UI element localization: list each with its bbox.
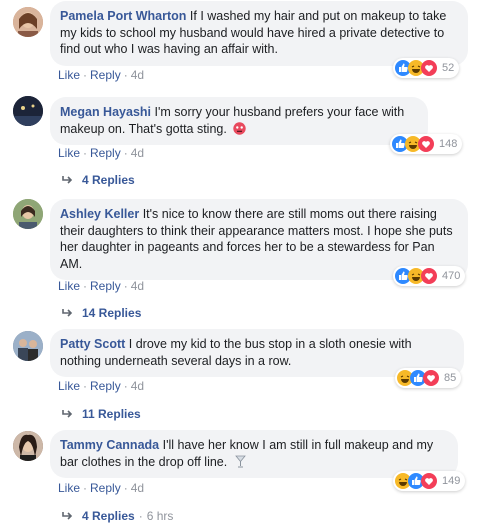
reply-link[interactable]: Reply [90,481,121,495]
comment-author[interactable]: Ashley Keller [60,207,139,221]
reaction-count: 470 [442,270,461,282]
reply-link[interactable]: Reply [90,379,121,393]
replies-count[interactable]: 4 Replies [82,173,135,187]
replies-count[interactable]: 14 Replies [82,306,141,320]
like-link[interactable]: Like [58,379,80,393]
comment-actions: Like · Reply · 4d [58,481,145,495]
comment-time[interactable]: 4d [131,146,144,160]
reply-arrow-icon [62,410,73,418]
comment-thread: Pamela Port Wharton If I washed my hair … [0,0,485,527]
reply-link[interactable]: Reply [90,68,121,82]
reply-link[interactable]: Reply [90,146,121,160]
view-replies-link[interactable]: 4 Replies [62,173,135,187]
reaction-summary[interactable]: 470 [393,266,466,286]
avatar[interactable] [13,7,43,37]
cocktail-glass-icon [234,455,247,468]
reaction-count: 85 [444,372,457,384]
reply-link[interactable]: Reply [90,279,121,293]
view-replies-link[interactable]: 11 Replies [62,407,141,421]
replies-time: 6 hrs [146,509,174,523]
reply-arrow-icon [62,176,73,184]
comment-time[interactable]: 4d [131,481,144,495]
comment-bubble: Pamela Port Wharton If I washed my hair … [50,1,468,66]
reply-arrow-icon [62,512,73,520]
reaction-summary[interactable]: 52 [393,58,460,78]
reaction-summary[interactable]: 148 [390,134,463,154]
reply-arrow-icon [62,309,73,317]
comment-actions: Like · Reply · 4d [58,279,145,293]
comment-time[interactable]: 4d [131,379,144,393]
replies-count[interactable]: 4 Replies [82,509,135,523]
comment-time[interactable]: 4d [131,279,144,293]
love-icon [421,473,437,489]
like-link[interactable]: Like [58,279,80,293]
love-icon [418,136,434,152]
love-icon [421,60,437,76]
avatar[interactable] [13,96,43,126]
love-icon [423,370,439,386]
like-link[interactable]: Like [58,481,80,495]
comment-author[interactable]: Pamela Port Wharton [60,9,186,23]
comment-actions: Like · Reply · 4d [58,379,145,393]
flushed-face-icon [233,121,247,135]
view-replies-link[interactable]: 14 Replies [62,306,141,320]
avatar[interactable] [13,431,43,461]
comment-author[interactable]: Tammy Cannada [60,438,159,452]
comment-bubble: Megan Hayashi I'm sorry your husband pre… [50,97,428,145]
like-link[interactable]: Like [58,68,80,82]
comment-author[interactable]: Megan Hayashi [60,105,151,119]
comment-actions: Like · Reply · 4d [58,146,145,160]
comment-actions: Like · Reply · 4d [58,68,145,82]
reaction-count: 149 [442,475,461,487]
replies-count[interactable]: 11 Replies [82,407,141,421]
avatar[interactable] [13,199,43,229]
reaction-summary[interactable]: 85 [395,368,462,388]
love-icon [421,268,437,284]
reaction-count: 52 [442,62,455,74]
reaction-count: 148 [439,138,458,150]
like-link[interactable]: Like [58,146,80,160]
avatar[interactable] [13,331,43,361]
comment-time[interactable]: 4d [131,68,144,82]
reaction-summary[interactable]: 149 [393,471,466,491]
view-replies-link[interactable]: 4 Replies · 6 hrs [62,509,173,523]
comment-bubble: Tammy Cannada I'll have her know I am st… [50,430,458,478]
comment-author[interactable]: Patty Scott [60,337,125,351]
